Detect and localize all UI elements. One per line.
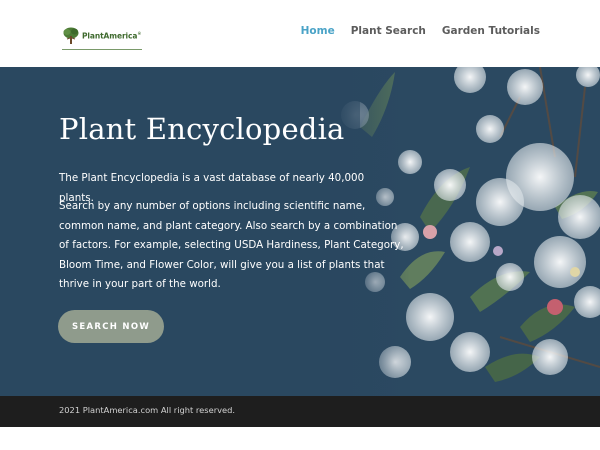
- logo-underline: [62, 49, 142, 50]
- logo-text: PlantAmerica®: [82, 31, 142, 41]
- main-nav: Home Plant Search Garden Tutorials: [301, 25, 540, 37]
- nav-plant-search[interactable]: Plant Search: [351, 25, 426, 37]
- hero-description-text: Search by any number of options includin…: [59, 200, 404, 290]
- site-header: PlantAmerica® Home Plant Search Garden T…: [0, 0, 600, 67]
- search-now-button[interactable]: SEARCH NOW: [58, 310, 164, 343]
- tree-logo-icon: [63, 27, 79, 44]
- site-footer: 2021 PlantAmerica.com All right reserved…: [0, 396, 600, 427]
- nav-garden-tutorials[interactable]: Garden Tutorials: [442, 25, 540, 37]
- page-bottom-spacer: [0, 427, 600, 450]
- site-logo[interactable]: PlantAmerica®: [62, 24, 144, 50]
- hero-section: Plant Encyclopedia The Plant Encyclopedi…: [0, 67, 600, 396]
- nav-home[interactable]: Home: [301, 25, 335, 37]
- page-title: Plant Encyclopedia: [59, 112, 345, 146]
- footer-copyright: 2021 PlantAmerica.com All right reserved…: [59, 405, 236, 415]
